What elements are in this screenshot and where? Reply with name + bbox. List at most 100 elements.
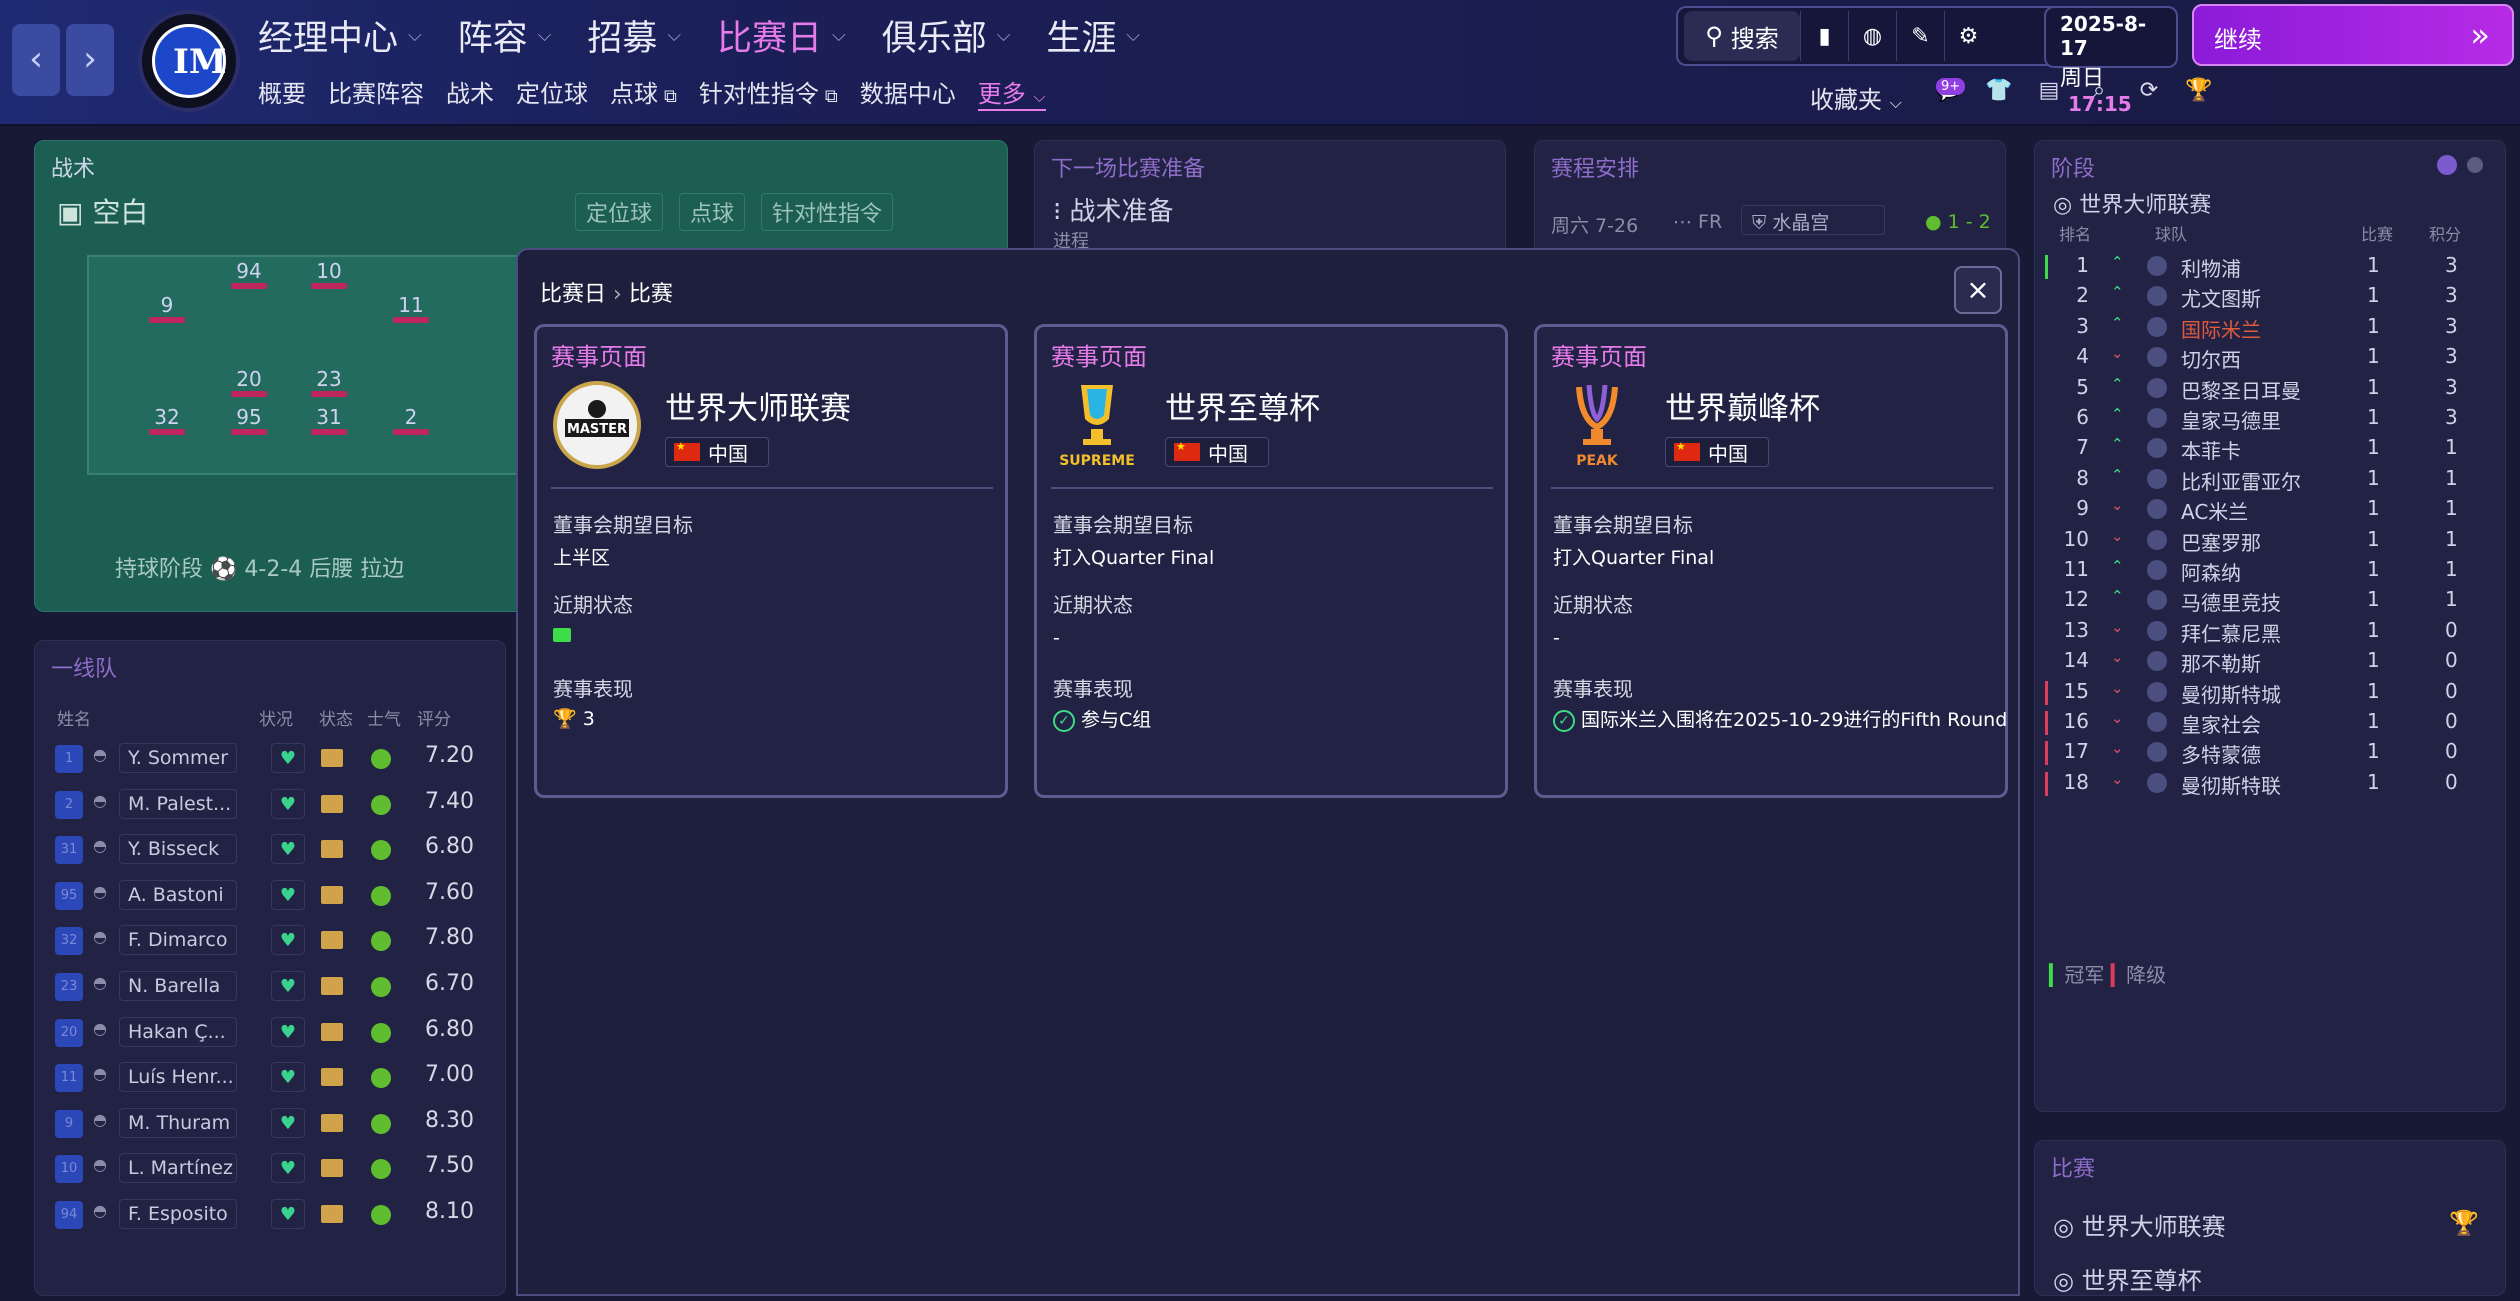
table-row[interactable]: 6 ⌃ 皇家马德里 1 3	[2049, 405, 2497, 433]
team-name[interactable]: 曼彻斯特联	[2181, 770, 2281, 799]
competition-page-link[interactable]: 赛事页面	[1551, 337, 1647, 372]
team-name[interactable]: 多特蒙德	[2181, 739, 2261, 768]
player-name[interactable]: L. Martínez	[119, 1153, 237, 1184]
tab-opposition[interactable]: 针对性指令	[761, 193, 894, 231]
table-row[interactable]: 2 ⌃ 尤文图斯 1 3	[2049, 283, 2497, 311]
subnav-overview[interactable]: 概要	[258, 74, 306, 111]
competition-page-link[interactable]: 赛事页面	[1051, 337, 1147, 372]
tab-penalties[interactable]: 点球	[679, 193, 746, 231]
squad-panel[interactable]: 一线队 姓名 状况 状态 士气 评分 1 ◓ Y. Sommer ♥ 7.20 2 ◓ M. …	[34, 640, 506, 1296]
date-display[interactable]: 2025-8-17 周日17:15	[2044, 6, 2178, 116]
tab-set-pieces[interactable]: 定位球	[575, 193, 664, 231]
player-name[interactable]: Hakan Ç...	[119, 1016, 237, 1047]
next-match-panel[interactable]: 下一场比赛准备 ⁝ 战术准备 进程	[1034, 140, 1506, 260]
table-row[interactable]: 9 ⌄ AC米兰 1 1	[2049, 496, 2497, 524]
pitch-player[interactable]: 32	[147, 405, 187, 437]
table-row[interactable]: 31 ◓ Y. Bisseck ♥ 6.80	[45, 830, 499, 870]
trophy-icon[interactable]: 🏆	[2184, 78, 2214, 108]
team-name[interactable]: 巴塞罗那	[2181, 527, 2261, 556]
player-name[interactable]: A. Bastoni	[119, 879, 237, 910]
table-row[interactable]: 11 ⌃ 阿森纳 1 1	[2049, 557, 2497, 585]
table-row[interactable]: 20 ◓ Hakan Ç... ♥ 6.80	[45, 1013, 499, 1053]
nav-squad[interactable]: 阵容 ⌵	[458, 10, 552, 61]
table-row[interactable]: 10 ⌄ 巴塞罗那 1 1	[2049, 527, 2497, 555]
pitch-player[interactable]: 23	[309, 367, 349, 399]
match-competition-item[interactable]: ◎ 世界大师联赛 🏆	[2053, 1207, 2493, 1251]
refresh-icon[interactable]: ⟳	[2134, 78, 2164, 108]
team-name[interactable]: 皇家社会	[2181, 709, 2261, 738]
table-row[interactable]: 3 ⌃ 国际米兰 1 3	[2049, 314, 2497, 342]
subnav-penalties[interactable]: 点球 ⧉	[610, 74, 677, 111]
nav-recruitment[interactable]: 招募 ⌵	[587, 10, 681, 61]
scout-icon[interactable]: ⌕	[2084, 78, 2114, 108]
nation-tag[interactable]: 中国	[665, 437, 769, 467]
player-name[interactable]: Luís Henr...	[119, 1062, 237, 1093]
gear-icon[interactable]: ⚙	[1944, 11, 1992, 61]
matches-panel[interactable]: 比赛 ◎ 世界大师联赛 🏆 ◎ 世界至尊杯	[2034, 1140, 2506, 1296]
table-row[interactable]: 4 ⌄ 切尔西 1 3	[2049, 344, 2497, 372]
favorites-dropdown[interactable]: 收藏夹 ⌵	[1810, 80, 1902, 115]
close-button[interactable]: ×	[1954, 266, 2002, 314]
player-name[interactable]: F. Dimarco	[119, 925, 237, 956]
table-row[interactable]: 2 ◓ M. Palest... ♥ 7.40	[45, 785, 499, 825]
search-button[interactable]: ⚲ 搜索	[1684, 11, 1800, 61]
competition-card[interactable]: 赛事页面 SUPREME 世界至尊杯 中国 董事会期望目标 打入Quarter …	[1034, 324, 1508, 798]
subnav-tactics[interactable]: 战术	[446, 74, 494, 111]
subnav-opposition-instructions[interactable]: 针对性指令 ⧉	[699, 74, 838, 111]
table-row[interactable]: 32 ◓ F. Dimarco ♥ 7.80	[45, 921, 499, 961]
team-name[interactable]: 切尔西	[2181, 344, 2241, 373]
continue-button[interactable]: 继续 »	[2192, 4, 2514, 66]
shirt-icon[interactable]: 👕	[1984, 78, 2014, 108]
col-header-morale[interactable]: 士气	[367, 705, 401, 730]
player-name[interactable]: Y. Sommer	[119, 743, 237, 773]
table-row[interactable]: 7 ⌃ 本菲卡 1 1	[2049, 435, 2497, 463]
team-name[interactable]: 那不勒斯	[2181, 648, 2261, 677]
table-row[interactable]: 1 ◓ Y. Sommer ♥ 7.20	[45, 739, 499, 779]
nav-career[interactable]: 生涯 ⌵	[1046, 10, 1140, 61]
subnav-match-squad[interactable]: 比赛阵容	[328, 74, 424, 111]
pitch-player[interactable]: 94	[229, 259, 269, 291]
competition-card[interactable]: 赛事页面 PEAK 世界巅峰杯 中国 董事会期望目标 打入Quarter Fin…	[1534, 324, 2008, 798]
page-dot[interactable]	[2467, 157, 2483, 173]
team-name[interactable]: 拜仁慕尼黑	[2181, 618, 2281, 647]
team-name[interactable]: 比利亚雷亚尔	[2181, 466, 2301, 495]
clipboard-icon[interactable]: ▤	[2034, 78, 2064, 108]
back-button[interactable]: ‹	[12, 24, 60, 96]
team-name[interactable]: 尤文图斯	[2181, 283, 2261, 312]
competition-page-link[interactable]: 赛事页面	[551, 337, 647, 372]
team-name[interactable]: 阿森纳	[2181, 557, 2241, 586]
match-competition-item[interactable]: ◎ 世界至尊杯	[2053, 1261, 2493, 1301]
table-row[interactable]: 1 ⌃ 利物浦 1 3	[2045, 253, 2497, 282]
team-name[interactable]: 利物浦	[2181, 253, 2241, 282]
team-name[interactable]: 巴黎圣日耳曼	[2181, 375, 2301, 404]
col-header-rating[interactable]: 评分	[417, 705, 451, 730]
subnav-data-hub[interactable]: 数据中心	[860, 74, 956, 111]
table-row[interactable]: 14 ⌄ 那不勒斯 1 0	[2049, 648, 2497, 676]
table-row[interactable]: 11 ◓ Luís Henr... ♥ 7.00	[45, 1058, 499, 1098]
schedule-panel[interactable]: 赛程安排 周六 7-26 ⋯ FR ⛨ 水晶宫 ● 1 - 2	[1534, 140, 2006, 260]
pitch-player[interactable]: 95	[229, 405, 269, 437]
table-row[interactable]: 17 ⌄ 多特蒙德 1 0	[2045, 739, 2497, 768]
nation-tag[interactable]: 中国	[1165, 437, 1269, 467]
col-header-name[interactable]: 姓名	[57, 705, 91, 730]
stage-panel[interactable]: 阶段 ◎ 世界大师联赛 排名 球队 比赛 积分 1 ⌃ 利物浦 1 3 2 ⌃ 尤文图斯 1 3 3…	[2034, 140, 2506, 1112]
competition-card[interactable]: 赛事页面 MASTER 世界大师联赛 中国 董事会期望目标 上半区 近期状态 赛…	[534, 324, 1008, 798]
fixture-opponent[interactable]: ⛨ 水晶宫	[1741, 205, 1885, 235]
col-header-condition[interactable]: 状况	[259, 705, 293, 730]
player-name[interactable]: M. Palest...	[119, 788, 237, 819]
player-name[interactable]: M. Thuram	[119, 1107, 237, 1138]
col-header-form[interactable]: 状态	[319, 705, 353, 730]
pitch-player[interactable]: 10	[309, 259, 349, 291]
table-row[interactable]: 95 ◓ A. Bastoni ♥ 7.60	[45, 876, 499, 916]
pen-icon[interactable]: ✎	[1896, 11, 1944, 61]
forward-button[interactable]: ›	[66, 24, 114, 96]
pitch-player[interactable]: 9	[147, 293, 187, 325]
pitch-player[interactable]: 11	[391, 293, 431, 325]
team-name[interactable]: 本菲卡	[2181, 435, 2241, 464]
bookmark-icon[interactable]: ▮	[1800, 11, 1848, 61]
table-row[interactable]: 94 ◓ F. Esposito ♥ 8.10	[45, 1195, 499, 1235]
player-name[interactable]: Y. Bisseck	[119, 834, 237, 865]
table-row[interactable]: 16 ⌄ 皇家社会 1 0	[2045, 709, 2497, 738]
nav-manager-center[interactable]: 经理中心 ⌵	[258, 10, 422, 61]
nav-club[interactable]: 俱乐部 ⌵	[882, 10, 1011, 61]
